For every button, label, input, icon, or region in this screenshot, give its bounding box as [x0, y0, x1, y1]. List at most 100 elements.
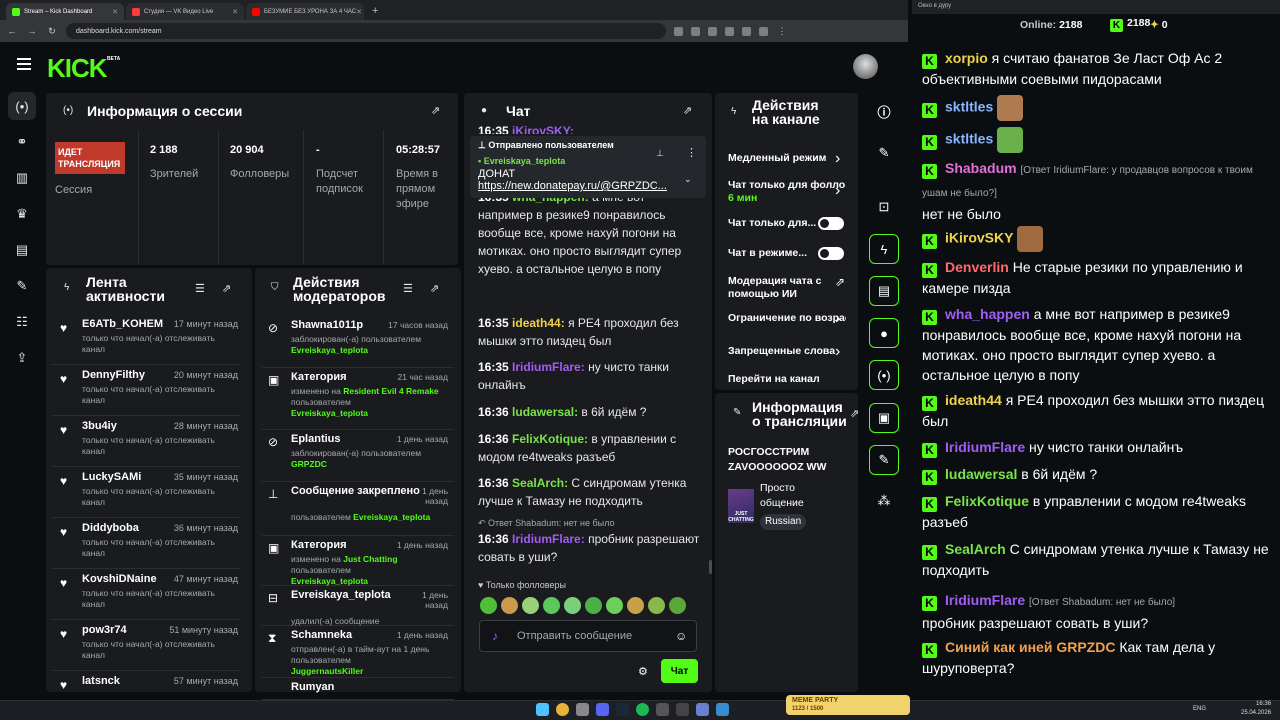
- channel-action-7[interactable]: Запрещенные слова: [728, 345, 846, 357]
- app-icon[interactable]: [576, 703, 589, 716]
- obs-icon[interactable]: [676, 703, 689, 716]
- chat-user[interactable]: IridiumFlare:: [512, 360, 585, 374]
- link-nav-icon[interactable]: ⚭: [8, 128, 36, 156]
- url-field[interactable]: dashboard.kick.com/stream: [66, 23, 666, 39]
- popout-icon[interactable]: ⇗: [431, 104, 440, 117]
- chevron-down-icon[interactable]: ⌄: [684, 174, 692, 185]
- chat-user[interactable]: FelixKotique:: [512, 432, 588, 446]
- popout-user[interactable]: iKirovSKY: [945, 230, 1013, 246]
- popout-user[interactable]: sktltles: [945, 99, 993, 115]
- mod-action-name[interactable]: Shawna1011p: [291, 319, 363, 331]
- mod-action-name[interactable]: Eplantius: [291, 433, 341, 445]
- channel-action-1[interactable]: Медленный режим: [728, 152, 846, 164]
- chrome-icon[interactable]: [556, 703, 569, 716]
- language-indicator[interactable]: ENG: [1193, 706, 1206, 712]
- activity-item[interactable]: ♥ E6ATb_KOHEM 17 минут назад только что нач…: [52, 314, 240, 365]
- popout-user[interactable]: ludawersal: [945, 466, 1017, 482]
- video-icon[interactable]: ▣: [869, 403, 899, 433]
- activity-user[interactable]: DennyFilthy: [82, 369, 145, 381]
- popout-user[interactable]: Shabadum: [945, 160, 1017, 176]
- browser-tab-kick[interactable]: Stream – Kick Dashboard ✕: [6, 3, 124, 20]
- popout-user[interactable]: sktltles: [945, 131, 993, 147]
- popout-user[interactable]: xorpio: [945, 50, 988, 66]
- browser-tab-youtube[interactable]: БЕЗУМИЕ БЕЗ УРОНА ЗА 4 ЧАС ✕: [246, 3, 364, 20]
- desc-user[interactable]: Evreiskaya_teplota: [291, 345, 368, 355]
- extension-icon[interactable]: [725, 26, 734, 36]
- activity-user[interactable]: E6ATb_KOHEM: [82, 318, 163, 330]
- external-link-icon[interactable]: ⇗: [835, 275, 845, 289]
- channel-action-6[interactable]: Ограничение по возрасту: [728, 312, 846, 324]
- popout-icon[interactable]: ⇗: [222, 282, 231, 295]
- mod-action-name[interactable]: Категория: [291, 371, 347, 383]
- clock[interactable]: 16:36 25.04.2026: [1241, 700, 1271, 718]
- emote-icon[interactable]: [606, 597, 623, 614]
- chevron-right-icon[interactable]: ›: [835, 182, 840, 200]
- chat-scrollbar[interactable]: [709, 560, 712, 574]
- info-icon[interactable]: ⓘ: [869, 96, 899, 126]
- chat-user[interactable]: ideath44:: [512, 316, 565, 330]
- channel-action-2[interactable]: Чат только для фолловеров: [728, 179, 846, 191]
- popout-user[interactable]: IridiumFlare: [945, 439, 1025, 455]
- desc-link[interactable]: Evreiskaya_teplota: [353, 512, 430, 522]
- extension-icon[interactable]: [708, 26, 717, 36]
- kebab-menu-icon[interactable]: ⋮: [776, 26, 788, 37]
- popout-user[interactable]: IridiumFlare: [945, 592, 1025, 608]
- popout-icon[interactable]: ⇗: [683, 104, 692, 117]
- close-tab-icon[interactable]: ✕: [232, 8, 238, 16]
- analytics-nav-icon[interactable]: ▥: [8, 164, 36, 192]
- stream-nav-icon[interactable]: (•): [8, 92, 36, 120]
- mod-action-name[interactable]: Rumyan: [291, 681, 334, 693]
- toggle-switch[interactable]: [818, 217, 844, 230]
- desc-user[interactable]: Evreiskaya_teplota: [291, 576, 368, 586]
- activity-user[interactable]: latsnck: [82, 675, 120, 687]
- new-tab-button[interactable]: +: [372, 3, 378, 20]
- popout-user[interactable]: GRPZDC: [1056, 639, 1115, 655]
- microphone-icon[interactable]: ♪: [492, 629, 498, 643]
- activity-user[interactable]: LuckySAMi: [82, 471, 141, 483]
- app-icon[interactable]: [696, 703, 709, 716]
- emote-icon[interactable]: [627, 597, 644, 614]
- mod-action-name[interactable]: Evreiskaya_teplota: [291, 589, 391, 601]
- mod-action-name[interactable]: Категория: [291, 539, 347, 551]
- popout-user[interactable]: Denverlin: [945, 259, 1009, 275]
- more-icon[interactable]: ⋮: [686, 146, 697, 159]
- desc-user[interactable]: Evreiskaya_teplota: [291, 408, 368, 418]
- popout-user[interactable]: SealArch: [945, 541, 1006, 557]
- crop-icon[interactable]: ⊡: [869, 192, 899, 222]
- lightning-icon[interactable]: ϟ: [869, 234, 899, 264]
- channel-action-5[interactable]: Модерация чата с помощью ИИ: [728, 275, 828, 301]
- discord-icon[interactable]: [596, 703, 609, 716]
- settings-icon[interactable]: ⚙: [638, 665, 648, 678]
- activity-item[interactable]: ♥ DennyFilthy 20 минут назад только что нач…: [52, 365, 240, 416]
- hamburger-menu-icon[interactable]: [17, 58, 31, 70]
- app-icon[interactable]: [716, 703, 729, 716]
- desc-user[interactable]: GRPZDC: [291, 459, 327, 469]
- chevron-right-icon[interactable]: ›: [835, 343, 840, 361]
- edit-icon[interactable]: ✎: [869, 138, 899, 168]
- chat-user[interactable]: ludawersal:: [512, 405, 578, 419]
- wrench-icon[interactable]: ✎: [869, 445, 899, 475]
- emote-icon[interactable]: [543, 597, 560, 614]
- document-icon[interactable]: ▤: [869, 276, 899, 306]
- unpin-icon[interactable]: ⊥: [656, 148, 664, 159]
- activity-item[interactable]: ♥ 3bu4iy 28 минут назад только что начал(-а…: [52, 416, 240, 467]
- trophy-nav-icon[interactable]: ♛: [8, 200, 36, 228]
- popout-user[interactable]: FelixKotique: [945, 493, 1029, 509]
- upload-nav-icon[interactable]: ⇪: [8, 344, 36, 372]
- popout-user[interactable]: wha_happen: [945, 306, 1030, 322]
- forward-icon[interactable]: →: [26, 26, 38, 36]
- reload-icon[interactable]: ↻: [46, 26, 58, 37]
- spotify-icon[interactable]: [636, 703, 649, 716]
- send-chat-button[interactable]: Чат: [661, 659, 698, 683]
- extension-icon[interactable]: [691, 26, 700, 36]
- users-nav-icon[interactable]: ☷: [8, 308, 36, 336]
- chevron-right-icon[interactable]: ›: [835, 150, 840, 168]
- close-tab-icon[interactable]: ✕: [112, 8, 118, 16]
- activity-item[interactable]: ♥ pow3r74 51 минуту назад только что начал(…: [52, 620, 240, 671]
- mod-action-name[interactable]: Сообщение закреплено: [291, 485, 420, 497]
- chevron-right-icon[interactable]: ›: [835, 310, 840, 328]
- extension-icon[interactable]: [674, 26, 683, 36]
- emote-icon[interactable]: [648, 597, 665, 614]
- mod-action-name[interactable]: Schamneka: [291, 629, 352, 641]
- kick-logo[interactable]: KICK: [47, 53, 108, 84]
